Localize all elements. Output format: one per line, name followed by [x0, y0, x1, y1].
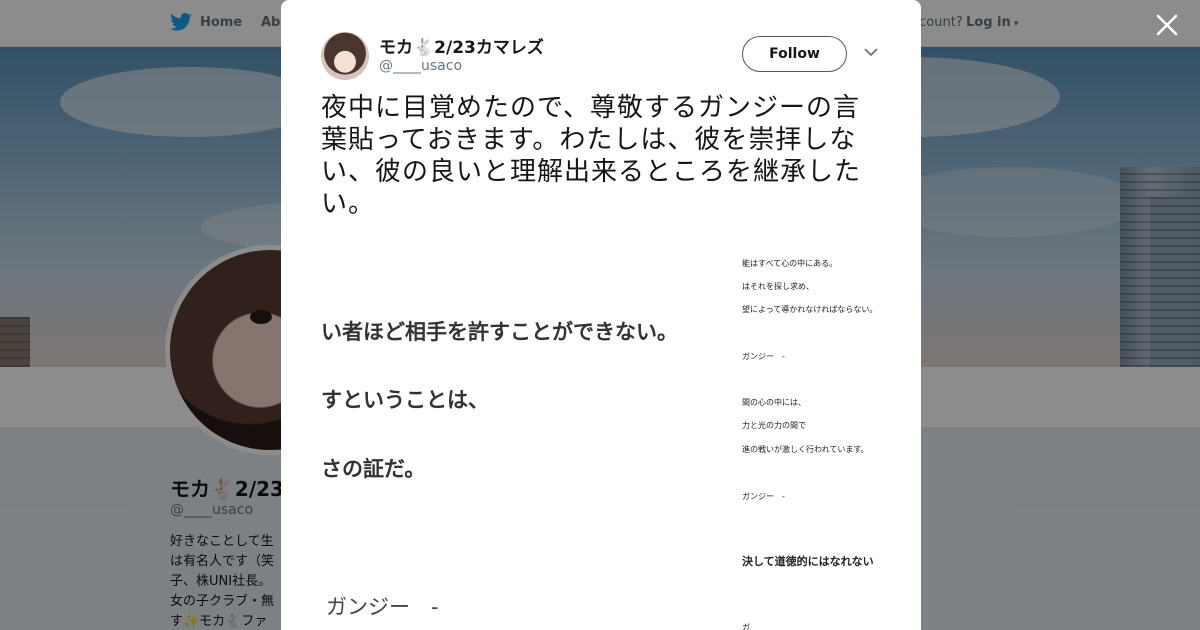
- quote-line: 進の戦いが激しく行われています。: [742, 445, 869, 454]
- follow-button[interactable]: Follow: [742, 36, 847, 72]
- quote-author: ガ: [742, 623, 750, 630]
- quote-line: 力と光の力の間で: [742, 421, 806, 430]
- tweet-modal: モカ🐇2/23カマレズ @____usaco Follow 夜中に目覚めたので、…: [281, 0, 921, 630]
- quote-line: すということは、: [321, 388, 489, 412]
- tweet-text: 夜中に目覚めたので、尊敬するガンジーの言葉貼っておきます。わたしは、彼を崇拝しな…: [321, 93, 862, 219]
- quote-author: ガンジー -: [326, 595, 439, 619]
- quote-line: い者ほど相手を許すことができない。: [321, 320, 678, 344]
- quote-line: 望によって導かれなければならない。: [742, 305, 878, 314]
- quote-line: はそれを探し求め、: [742, 282, 814, 291]
- quote-line: 能はすべて心の中にある。: [742, 259, 838, 268]
- quote-line: さの証だ。: [321, 457, 426, 481]
- chevron-down-icon[interactable]: [863, 44, 881, 62]
- tweet-author-name[interactable]: モカ🐇2/23カマレズ: [379, 33, 544, 58]
- quote-line: 決して道徳的にはなれない: [742, 555, 874, 568]
- quote-author: ガンジー -: [742, 352, 785, 361]
- tweet-image-right[interactable]: 能はすべて心の中にある。 はそれを探し求め、 望によって導かれなければならない。…: [742, 246, 902, 630]
- tweet-image-left[interactable]: い者ほど相手を許すことができない。 すということは、 さの証だ。 ガンジー -: [321, 246, 726, 630]
- tweet-author-handle[interactable]: @____usaco: [379, 58, 462, 74]
- close-icon[interactable]: [1152, 10, 1182, 40]
- tweet-author-avatar[interactable]: [321, 32, 369, 80]
- quote-author: ガンジー -: [742, 492, 785, 501]
- quote-line: 間の心の中には、: [742, 398, 806, 407]
